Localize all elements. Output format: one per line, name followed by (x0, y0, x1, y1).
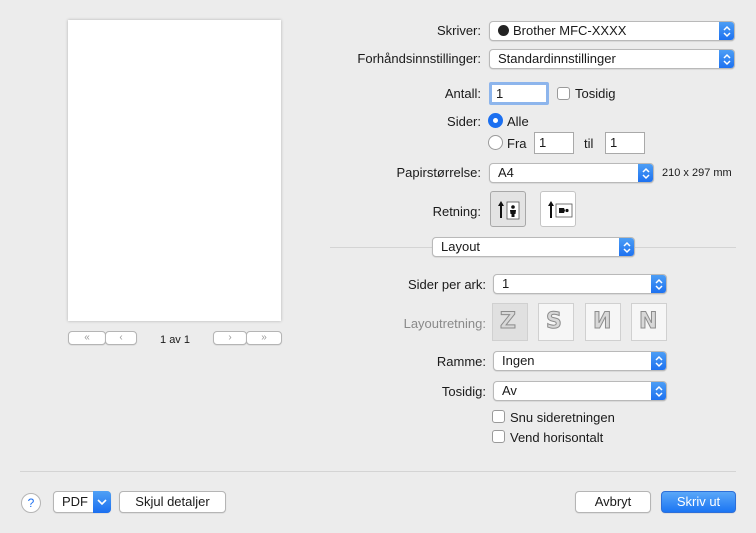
print-button[interactable]: Skriv ut (661, 491, 736, 513)
printer-label: Skriver: (436, 23, 481, 38)
copies-label: Antall: (444, 86, 481, 101)
landscape-icon (548, 201, 573, 218)
printer-status-icon (498, 25, 509, 36)
pages-label: Sider: (447, 114, 481, 129)
pages-all-radio[interactable] (488, 113, 503, 128)
updown-arrows-icon (719, 50, 734, 68)
two-sided-label: Tosidig (575, 86, 616, 101)
paper-size-value: A4 (498, 165, 514, 180)
pages-per-sheet-select[interactable]: 1 (493, 274, 667, 294)
last-page-button[interactable]: » (246, 331, 282, 345)
pages-from-label: Fra (507, 136, 527, 151)
paper-size-select[interactable]: A4 (489, 163, 654, 183)
updown-arrows-icon (651, 352, 666, 370)
paper-size-label: Papirstørrelse: (396, 165, 481, 180)
layout-direction-label: Layoutretning: (403, 316, 486, 331)
orientation-label: Retning: (432, 204, 481, 219)
presets-label: Forhåndsinnstillinger: (357, 51, 481, 66)
hide-details-button[interactable]: Skjul detaljer (119, 491, 226, 513)
two-sided-value: Av (502, 383, 517, 398)
layout-direction-reverse-n-button[interactable]: N (631, 303, 667, 341)
border-select[interactable]: Ingen (493, 351, 667, 371)
updown-arrows-icon (638, 164, 653, 182)
two-sided-setting-label: Tosidig: (441, 384, 486, 399)
pages-to-label: til (584, 136, 594, 151)
updown-arrows-icon (651, 275, 666, 293)
reverse-n-layout-icon: И (592, 309, 612, 335)
portrait-icon (498, 201, 520, 220)
paper-dimensions: 210 x 297 mm (662, 167, 732, 179)
presets-select[interactable]: Standardinnstillinger (489, 49, 735, 69)
pdf-label: PDF (62, 494, 88, 509)
section-select[interactable]: Layout (432, 237, 635, 257)
page-counter: 1 av 1 (160, 334, 190, 346)
section-value: Layout (441, 239, 481, 254)
border-value: Ingen (502, 353, 535, 368)
pages-to-input[interactable]: 1 (605, 132, 645, 154)
two-sided-select[interactable]: Av (493, 381, 667, 401)
pages-all-label: Alle (507, 114, 529, 129)
layout-direction-z-button[interactable]: Z (492, 303, 528, 341)
n-layout-icon: N (638, 309, 658, 335)
cancel-button[interactable]: Avbryt (575, 491, 651, 513)
landscape-orientation-button[interactable] (540, 191, 576, 227)
updown-arrows-icon (719, 22, 734, 40)
next-page-button[interactable]: › (213, 331, 247, 345)
pages-from-radio[interactable] (488, 135, 503, 150)
copies-input[interactable]: 1 (489, 82, 549, 105)
printer-value: Brother MFC-XXXX (513, 23, 627, 38)
pages-per-sheet-value: 1 (502, 276, 510, 291)
layout-direction-n-button[interactable]: И (585, 303, 621, 341)
layout-direction-reverse-z-button[interactable]: S (538, 303, 574, 341)
reverse-z-layout-icon: S (546, 309, 563, 335)
reverse-orientation-label: Snu sideretningen (510, 410, 615, 425)
flip-horizontal-checkbox[interactable] (492, 430, 505, 443)
z-layout-icon: Z (500, 309, 517, 335)
pages-per-sheet-label: Sider per ark: (407, 277, 486, 292)
first-page-button[interactable]: « (68, 331, 106, 345)
footer-separator (20, 471, 736, 472)
pdf-menu-button[interactable]: PDF (53, 491, 111, 513)
pages-from-input[interactable]: 1 (534, 132, 574, 154)
help-button[interactable]: ? (21, 493, 41, 513)
portrait-orientation-button[interactable] (490, 191, 526, 227)
page-preview (68, 20, 281, 321)
border-label: Ramme: (436, 354, 486, 369)
updown-arrows-icon (651, 382, 666, 400)
reverse-orientation-checkbox[interactable] (492, 410, 505, 423)
presets-value: Standardinnstillinger (498, 51, 616, 66)
flip-horizontal-label: Vend horisontalt (510, 430, 604, 445)
updown-arrows-icon (619, 238, 634, 256)
previous-page-button[interactable]: ‹ (105, 331, 137, 345)
two-sided-checkbox[interactable] (557, 87, 570, 100)
printer-select[interactable]: Brother MFC-XXXX (489, 21, 735, 41)
chevron-down-icon (93, 491, 111, 513)
